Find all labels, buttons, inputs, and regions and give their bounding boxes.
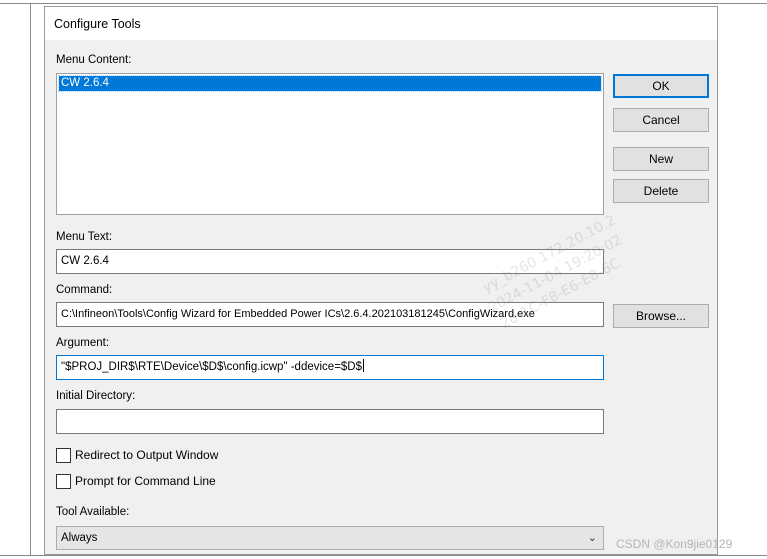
redirect-output-label[interactable]: Redirect to Output Window — [75, 448, 218, 462]
delete-button[interactable]: Delete — [613, 179, 709, 203]
browse-button[interactable]: Browse... — [613, 304, 709, 328]
menu-content-list[interactable]: CW 2.6.4 — [56, 73, 604, 215]
argument-value: "$PROJ_DIR$\RTE\Device\$D$\config.icwp" … — [61, 361, 363, 373]
menu-content-label: Menu Content: — [56, 54, 132, 66]
prompt-command-checkbox[interactable] — [56, 474, 71, 489]
menu-text-label: Menu Text: — [56, 231, 113, 243]
prompt-command-label[interactable]: Prompt for Command Line — [75, 474, 216, 488]
background-frame-line — [0, 555, 767, 556]
tool-available-select[interactable]: Always ⌄ — [56, 526, 604, 550]
background-frame-line — [0, 3, 767, 4]
redirect-output-checkbox[interactable] — [56, 448, 71, 463]
initial-directory-label: Initial Directory: — [56, 390, 136, 402]
list-item[interactable]: CW 2.6.4 — [58, 75, 602, 92]
cancel-button[interactable]: Cancel — [613, 108, 709, 132]
credit-watermark: CSDN @Kon9jie0129 — [616, 537, 733, 551]
tool-available-value: Always — [61, 532, 98, 544]
configure-tools-dialog: Configure Tools Menu Content: CW 2.6.4 O… — [44, 6, 718, 555]
command-label: Command: — [56, 284, 113, 296]
text-caret — [363, 359, 365, 372]
argument-label: Argument: — [56, 337, 110, 349]
tool-available-label: Tool Available: — [56, 506, 130, 518]
chevron-down-icon: ⌄ — [587, 532, 597, 544]
ok-button[interactable]: OK — [613, 74, 709, 98]
new-button[interactable]: New — [613, 147, 709, 171]
dialog-title: Configure Tools — [54, 17, 141, 31]
argument-field[interactable]: "$PROJ_DIR$\RTE\Device\$D$\config.icwp" … — [56, 355, 604, 380]
title-bar[interactable]: Configure Tools — [45, 7, 717, 40]
background-frame-line — [30, 3, 31, 556]
initial-directory-field[interactable] — [56, 409, 604, 434]
